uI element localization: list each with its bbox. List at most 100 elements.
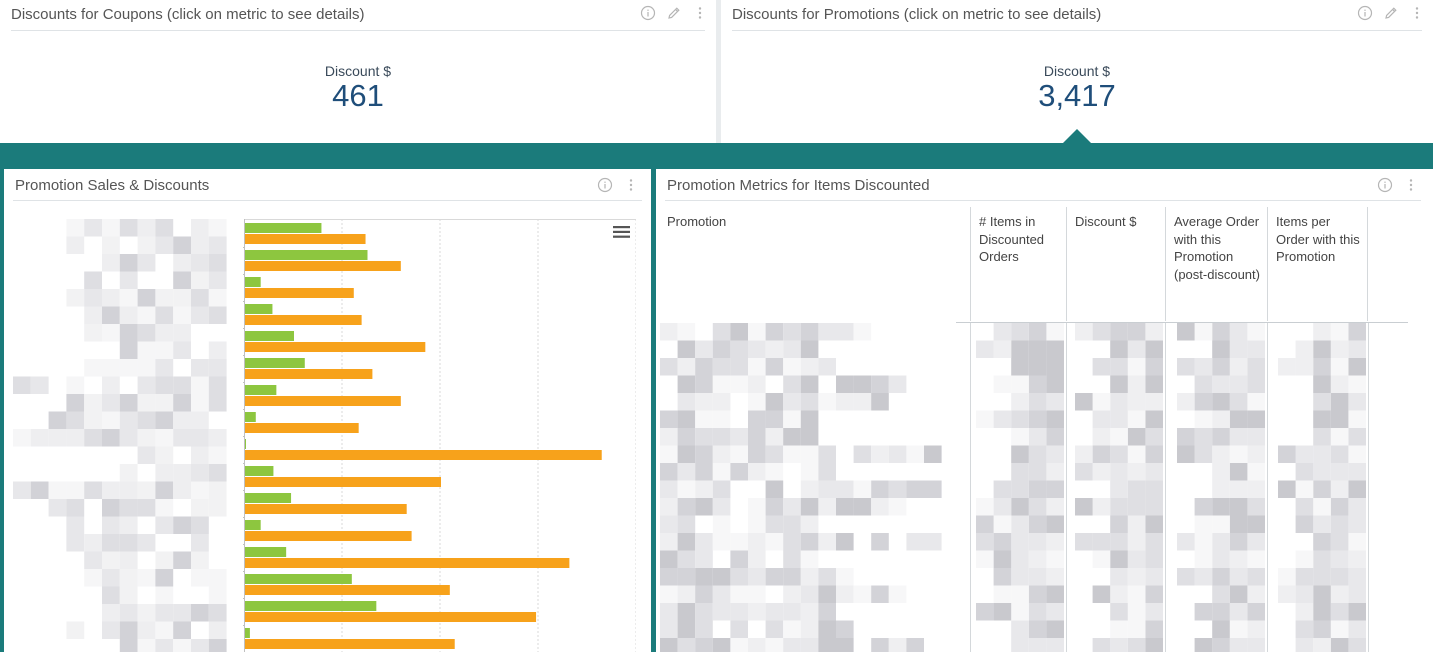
kpi-value-promotions[interactable]: 3,417: [721, 78, 1433, 114]
redacted-cell: [1313, 393, 1331, 411]
redacted-cell: [783, 428, 801, 446]
redacted-cell: [677, 638, 696, 652]
more-vertical-icon[interactable]: [623, 177, 639, 193]
redacted-cell: [800, 410, 819, 428]
pencil-icon[interactable]: [1383, 5, 1399, 21]
redacted-cell: [173, 236, 191, 254]
redacted-cell: [1247, 568, 1265, 586]
redacted-cell: [1011, 515, 1029, 533]
redacted-cell: [712, 393, 731, 411]
redacted-cell: [173, 411, 191, 429]
redacted-cell: [783, 603, 801, 621]
redacted-cell: [208, 429, 227, 447]
redacted-cell: [1229, 375, 1248, 393]
more-vertical-icon[interactable]: [1409, 5, 1425, 21]
redacted-cell: [677, 445, 696, 463]
redacted-cell: [119, 534, 138, 552]
redacted-cell: [1247, 375, 1265, 393]
redacted-cell: [765, 638, 784, 652]
info-icon[interactable]: [597, 177, 613, 193]
redacted-cell: [173, 376, 191, 394]
redacted-cell: [993, 323, 1012, 341]
pencil-icon[interactable]: [666, 5, 682, 21]
redacted-cell: [1011, 533, 1029, 551]
redacted-cell: [976, 515, 994, 533]
column-header-average-order[interactable]: Average Order with this Promotion (post-…: [1165, 207, 1267, 321]
info-icon[interactable]: [1377, 177, 1393, 193]
redacted-cell: [1330, 358, 1349, 376]
column-divider: [1267, 323, 1268, 652]
redacted-cell: [712, 515, 731, 533]
redacted-cell: [1348, 480, 1366, 498]
column-header-discount[interactable]: Discount $: [1066, 207, 1165, 321]
redacted-cell: [836, 498, 854, 516]
redacted-cell: [677, 323, 696, 341]
redacted-cell: [871, 585, 889, 603]
redacted-cell: [13, 481, 31, 499]
redacted-cell: [1127, 375, 1146, 393]
redacted-cell: [1229, 358, 1248, 376]
redacted-cell: [119, 569, 138, 587]
redacted-cell: [836, 585, 854, 603]
kpi-value-coupons[interactable]: 461: [0, 78, 716, 114]
hamburger-menu-icon[interactable]: [613, 225, 631, 239]
redacted-cell: [871, 375, 889, 393]
redacted-cell: [155, 429, 174, 447]
column-header-promotion[interactable]: Promotion: [659, 207, 970, 321]
table-body-redacted: [660, 323, 1369, 652]
redacted-cell: [155, 324, 174, 342]
redacted-cell: [836, 568, 854, 586]
redacted-cell: [853, 393, 872, 411]
redacted-cell: [191, 499, 209, 517]
redacted-cell: [1028, 323, 1047, 341]
redacted-cell: [1194, 498, 1213, 516]
redacted-cell: [1145, 568, 1163, 586]
redacted-cell: [1046, 638, 1064, 652]
tile-title: Discounts for Coupons (click on metric t…: [11, 6, 365, 23]
redacted-cell: [155, 446, 174, 464]
redacted-cell: [993, 498, 1012, 516]
redacted-cell: [155, 411, 174, 429]
redacted-cell: [800, 533, 819, 551]
redacted-cell: [66, 516, 85, 534]
redacted-cell: [1075, 445, 1093, 463]
tile-actions: [1357, 5, 1425, 21]
redacted-cell: [1229, 410, 1248, 428]
redacted-cell: [137, 429, 156, 447]
info-icon[interactable]: [1357, 5, 1373, 21]
redacted-cell: [765, 480, 784, 498]
redacted-cell: [695, 533, 713, 551]
redacted-cell: [677, 428, 696, 446]
redacted-cell: [1145, 410, 1163, 428]
redacted-cell: [677, 463, 696, 481]
redacted-cell: [1313, 498, 1331, 516]
redacted-cell: [1229, 463, 1248, 481]
redacted-cell: [695, 340, 713, 358]
redacted-cell: [1330, 638, 1349, 652]
redacted-cell: [660, 533, 678, 551]
redacted-cell: [871, 393, 889, 411]
redacted-cell: [1229, 585, 1248, 603]
bar-series-b: [245, 450, 602, 460]
redacted-cell: [173, 639, 191, 652]
redacted-cell: [1011, 550, 1029, 568]
table-header: Promotion # Items in Discounted Orders D…: [665, 207, 1410, 323]
redacted-cell: [1092, 428, 1111, 446]
more-vertical-icon[interactable]: [1403, 177, 1419, 193]
redacted-cell: [993, 603, 1012, 621]
redacted-cell: [660, 323, 678, 341]
column-header-items-per-order[interactable]: Items per Order with this Promotion: [1267, 207, 1368, 321]
bar-series-b: [245, 423, 359, 433]
redacted-cell: [836, 620, 854, 638]
redacted-cell: [818, 620, 836, 638]
redacted-cell: [84, 411, 102, 429]
redacted-cell: [119, 481, 138, 499]
redacted-cell: [102, 499, 120, 517]
more-vertical-icon[interactable]: [692, 5, 708, 21]
info-icon[interactable]: [640, 5, 656, 21]
redacted-cell: [695, 550, 713, 568]
redacted-cell: [677, 620, 696, 638]
column-header-items-in-discounted-orders[interactable]: # Items in Discounted Orders: [970, 207, 1066, 321]
selection-pointer: [1063, 129, 1091, 143]
redacted-cell: [976, 603, 994, 621]
